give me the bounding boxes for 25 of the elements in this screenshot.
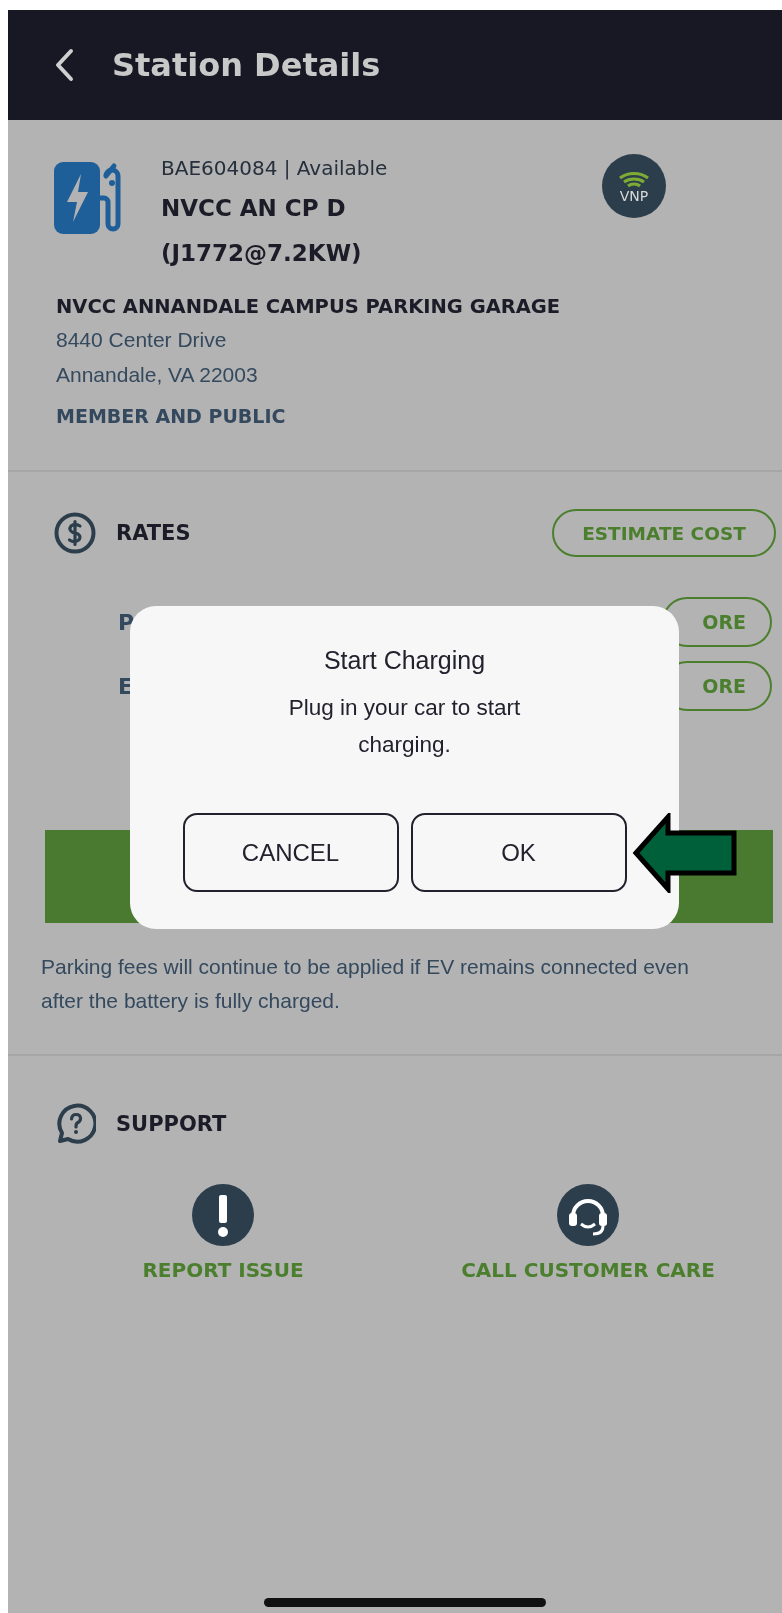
dialog-title: Start Charging bbox=[323, 646, 486, 675]
address-line: 8440 Center Drive bbox=[56, 327, 228, 353]
rate-label: P bbox=[118, 609, 135, 635]
access-type: MEMBER AND PUBLIC bbox=[56, 404, 287, 429]
alert-icon bbox=[192, 1184, 254, 1246]
dollar-icon bbox=[54, 512, 96, 554]
location-name: NVCC ANNANDALE CAMPUS PARKING GARAGE bbox=[56, 294, 562, 320]
support-link[interactable]: CALL CUSTOMER CARE bbox=[461, 1258, 715, 1282]
headset-icon bbox=[557, 1184, 619, 1246]
parking-fee-note: Parking fees will continue to be applied if EV remains connected even after the battery is fully charged. bbox=[41, 954, 690, 1014]
section-title: RATES bbox=[116, 521, 192, 545]
dialog-button[interactable]: OK bbox=[410, 813, 627, 892]
help-icon bbox=[54, 1103, 96, 1145]
estimate-cost-button[interactable]: ESTIMATE COST bbox=[552, 509, 776, 557]
station-name: NVCC AN CP D bbox=[161, 194, 347, 223]
screen-title: Station Details bbox=[112, 46, 381, 84]
address-line: Annandale, VA 22003 bbox=[56, 362, 259, 388]
section-title: SUPPORT bbox=[116, 1112, 228, 1136]
support-link[interactable]: REPORT ISSUE bbox=[142, 1258, 304, 1282]
station-name: (J1772@7.2KW) bbox=[161, 239, 363, 268]
station-id-status: BAE604084 | Available bbox=[161, 155, 389, 182]
dialog-button[interactable]: CANCEL bbox=[182, 813, 399, 892]
dialog-message: Plug in your car to start charging. bbox=[287, 694, 522, 759]
network-badge: VNP bbox=[602, 154, 666, 218]
back-icon[interactable] bbox=[54, 48, 74, 82]
